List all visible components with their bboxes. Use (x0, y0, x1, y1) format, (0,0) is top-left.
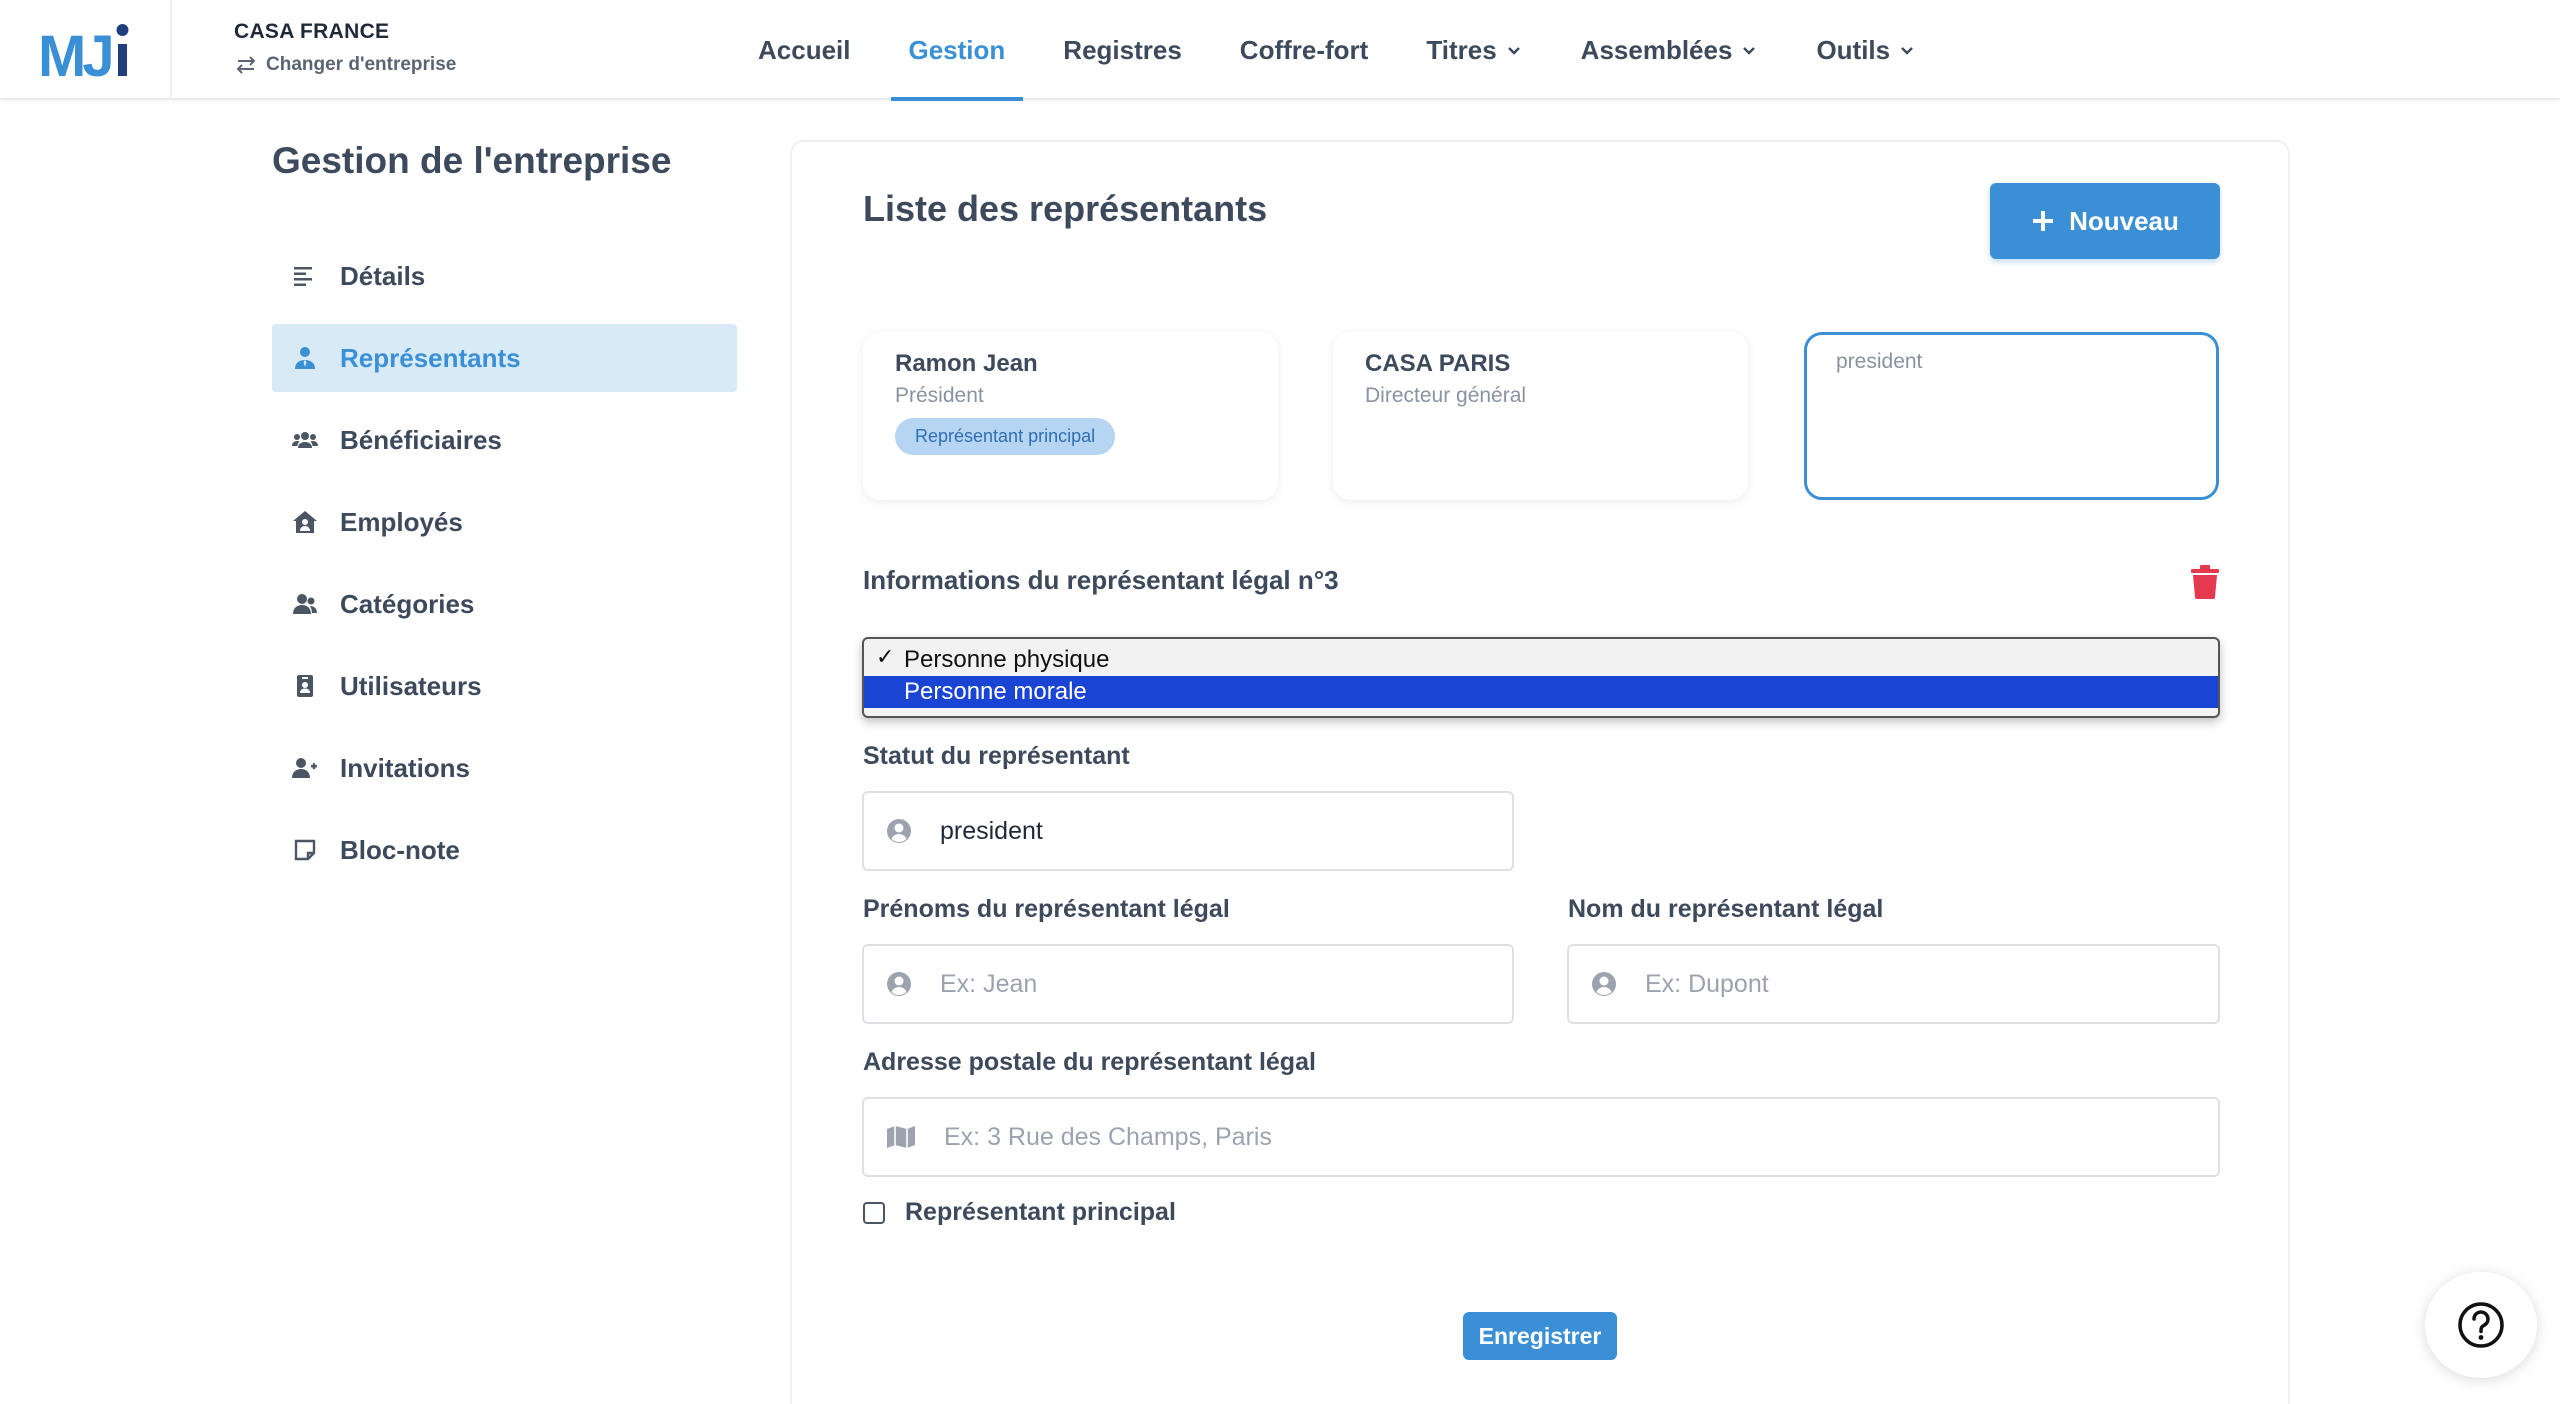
option-label: Personne physique (904, 646, 1110, 673)
last-name-label: Nom du représentant légal (1568, 895, 1884, 923)
chevron-down-icon (1743, 47, 1756, 55)
nav-accueil[interactable]: Accueil (740, 0, 869, 100)
chevron-down-icon (1901, 47, 1913, 55)
company-name: CASA FRANCE (234, 20, 390, 43)
sidebar-item-label: Catégories (340, 588, 475, 619)
user-tie-icon (290, 343, 320, 373)
sidebar-item-label: Détails (340, 260, 426, 291)
sidebar-item-label: Employés (340, 506, 463, 537)
user-circle-icon (887, 972, 911, 996)
sidebar-item-label: Utilisateurs (340, 670, 482, 701)
main-nav: Accueil Gestion Registres Coffre-fort Ti… (740, 0, 1956, 101)
nav-outils[interactable]: Outils (1798, 0, 1934, 100)
chevron-down-icon (1507, 47, 1520, 55)
nav-label: Coffre-fort (1239, 34, 1369, 65)
nav-label: Titres (1426, 34, 1497, 65)
select-option-personne-physique[interactable]: ✓ Personne physique (864, 644, 2218, 676)
sidebar-menu: Détails Représentants Bénéficiaires Empl… (272, 242, 737, 898)
checkmark-icon: ✓ (876, 644, 895, 669)
option-label: Personne morale (904, 678, 1087, 705)
principal-checkbox[interactable] (863, 1201, 885, 1224)
section-title: Informations du représentant légal n°3 (863, 565, 1339, 595)
user-circle-icon (1592, 972, 1616, 996)
nav-gestion[interactable]: Gestion (890, 0, 1024, 101)
sidebar-title: Gestion de l'entreprise (272, 140, 672, 181)
top-bar: MJ CASA FRANCE Changer d'entreprise Accu… (0, 0, 2560, 101)
id-badge-icon (290, 671, 320, 701)
card-name: Ramon Jean (895, 350, 1038, 377)
sidebar-item-beneficiaires[interactable]: Bénéficiaires (272, 406, 737, 474)
nav-label: Assemblées (1580, 34, 1733, 65)
nav-label: Accueil (758, 34, 851, 65)
trash-icon[interactable] (2190, 565, 2220, 599)
page-title: Liste des représentants (863, 188, 1268, 229)
nav-label: Registres (1063, 34, 1182, 65)
company-switcher: CASA FRANCE Changer d'entreprise (234, 20, 456, 76)
new-button-label: Nouveau (2069, 205, 2179, 236)
card-role: president (1836, 350, 1923, 373)
topbar-divider (170, 0, 172, 100)
principal-checkbox-label: Représentant principal (905, 1198, 1176, 1226)
address-input[interactable]: Ex: 3 Rue des Champs, Paris (862, 1097, 2220, 1177)
sidebar-item-categories[interactable]: Catégories (272, 570, 737, 638)
nav-label: Gestion (908, 34, 1006, 65)
sidebar-item-label: Bénéficiaires (340, 424, 502, 455)
last-name-input[interactable]: Ex: Dupont (1567, 944, 2220, 1024)
card-role: Directeur général (1365, 384, 1527, 407)
swap-arrows-icon (236, 56, 256, 74)
nav-coffre-fort[interactable]: Coffre-fort (1222, 0, 1387, 100)
representative-card-selected[interactable]: president (1804, 332, 2219, 500)
last-name-placeholder: Ex: Dupont (1645, 969, 1769, 998)
principal-checkbox-row: Représentant principal (863, 1198, 1176, 1227)
first-names-input[interactable]: Ex: Jean (862, 944, 1514, 1024)
switch-company-label: Changer d'entreprise (266, 54, 457, 75)
question-circle-icon (2458, 1302, 2504, 1348)
nav-registres[interactable]: Registres (1045, 0, 1200, 100)
user-plus-icon (290, 753, 320, 783)
status-label: Statut du représentant (863, 742, 1130, 770)
sidebar-item-details[interactable]: Détails (272, 242, 737, 310)
map-icon (887, 1126, 915, 1148)
card-role: Président (895, 384, 984, 407)
users-icon (290, 425, 320, 455)
card-name: CASA PARIS (1365, 350, 1511, 377)
first-names-placeholder: Ex: Jean (940, 969, 1038, 998)
address-placeholder: Ex: 3 Rue des Champs, Paris (944, 1122, 1272, 1151)
app-logo[interactable]: MJ (38, 18, 134, 89)
status-value: president (940, 816, 1043, 845)
align-left-icon (290, 261, 320, 291)
svg-text:MJ: MJ (38, 24, 111, 82)
principal-badge: Représentant principal (895, 418, 1116, 455)
sidebar-item-utilisateurs[interactable]: Utilisateurs (272, 652, 737, 720)
sticky-note-icon (290, 835, 320, 865)
save-button[interactable]: Enregistrer (1463, 1312, 1617, 1360)
sidebar-item-invitations[interactable]: Invitations (272, 734, 737, 802)
address-label: Adresse postale du représentant légal (863, 1048, 1316, 1076)
sidebar-item-employes[interactable]: Employés (272, 488, 737, 556)
user-group-icon (290, 589, 320, 619)
representative-card[interactable]: CASA PARIS Directeur général (1333, 332, 1748, 500)
sidebar-item-bloc-note[interactable]: Bloc-note (272, 816, 737, 884)
representative-type-select[interactable]: ✓ Personne physique Personne morale (862, 637, 2220, 718)
first-names-label: Prénoms du représentant légal (863, 895, 1230, 923)
representative-card[interactable]: Ramon Jean Président Représentant princi… (863, 332, 1278, 500)
nav-label: Outils (1816, 34, 1891, 65)
sidebar-item-representants[interactable]: Représentants (272, 324, 737, 392)
user-circle-icon (887, 819, 911, 843)
nav-assemblees[interactable]: Assemblées (1563, 0, 1777, 100)
house-user-icon (290, 507, 320, 537)
switch-company-link[interactable]: Changer d'entreprise (234, 54, 456, 76)
status-input[interactable]: president (862, 791, 1514, 871)
sidebar-item-label: Invitations (340, 752, 471, 783)
plus-icon (2033, 211, 2054, 231)
help-button[interactable] (2425, 1272, 2537, 1378)
sidebar-item-label: Bloc-note (340, 834, 460, 865)
select-option-personne-morale[interactable]: Personne morale (864, 676, 2218, 708)
sidebar-item-label: Représentants (340, 342, 521, 373)
nav-titres[interactable]: Titres (1408, 0, 1540, 100)
new-representative-button[interactable]: Nouveau (1990, 183, 2220, 259)
